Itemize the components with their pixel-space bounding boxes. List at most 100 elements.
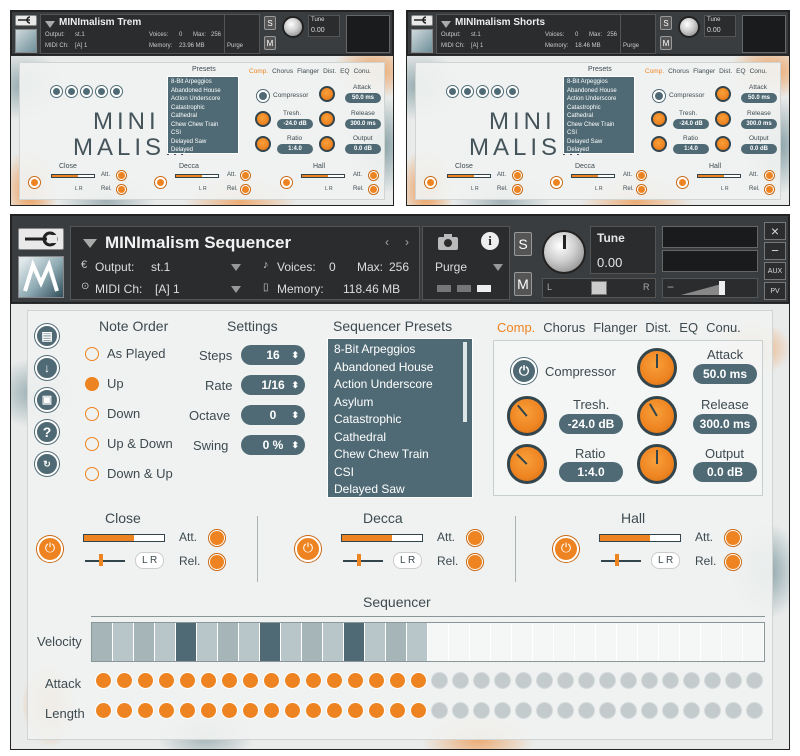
trem-hall-lr[interactable]: L R xyxy=(325,186,333,192)
trem-close-level[interactable] xyxy=(51,174,95,178)
velocity-step[interactable] xyxy=(428,623,449,661)
attack-value[interactable]: 50.0 ms xyxy=(693,364,757,384)
mic-att-knob[interactable] xyxy=(209,530,225,546)
trem-decca-rel-knob[interactable] xyxy=(241,185,250,194)
velocity-step[interactable] xyxy=(218,623,239,661)
velocity-step[interactable] xyxy=(596,623,617,661)
length-step-knob[interactable] xyxy=(515,702,532,719)
help-icon[interactable]: ? xyxy=(35,420,59,444)
pv-button[interactable]: PV xyxy=(764,282,786,300)
velocity-step[interactable] xyxy=(554,623,575,661)
velocity-step[interactable] xyxy=(512,623,533,661)
mute-button[interactable]: M xyxy=(514,272,532,296)
shorts-presets-list[interactable]: 8-Bit Arpeggios Abandoned House Action U… xyxy=(563,76,635,154)
dropdown-arrow-icon[interactable] xyxy=(45,21,55,28)
small-rr-icon[interactable] xyxy=(111,86,122,97)
preset-item[interactable]: Delayed Saw xyxy=(567,138,631,147)
attack-step-knob[interactable] xyxy=(662,672,679,689)
aux-button[interactable]: AUX xyxy=(764,262,786,280)
length-step-knob[interactable] xyxy=(578,702,595,719)
velocity-step[interactable] xyxy=(113,623,134,661)
ratio-value[interactable]: 1:4.0 xyxy=(559,462,623,482)
attack-step-knob[interactable] xyxy=(683,672,700,689)
sequencer-preset-item[interactable]: Chew Chew Train xyxy=(334,446,466,464)
shorts-thresh-value[interactable]: -24.0 dB xyxy=(673,119,709,129)
shorts-midi-value[interactable]: [A] 1 xyxy=(471,43,483,49)
preset-item[interactable]: CSI xyxy=(567,129,631,138)
trem-decca-att-knob[interactable] xyxy=(241,171,250,180)
length-step-knob[interactable] xyxy=(473,702,490,719)
velocity-step[interactable] xyxy=(323,623,344,661)
shorts-tune-knob[interactable] xyxy=(678,16,700,38)
trem-solo-button[interactable]: S xyxy=(264,16,276,30)
small-release-knob[interactable] xyxy=(715,111,731,127)
small-help-icon[interactable] xyxy=(96,86,107,97)
length-step-knob[interactable] xyxy=(242,702,259,719)
length-step-knob[interactable] xyxy=(536,702,553,719)
shorts-title[interactable]: MINImalism Shorts xyxy=(455,17,545,28)
radio-button[interactable] xyxy=(85,347,99,361)
trem-hall-power[interactable] xyxy=(281,177,292,188)
swing-stepper[interactable]: 0 % ⬍ xyxy=(241,435,305,455)
attack-step-knob[interactable] xyxy=(95,672,112,689)
small-ratio-knob[interactable] xyxy=(255,136,271,152)
attack-step-knob[interactable] xyxy=(326,672,343,689)
mic-level-bar[interactable] xyxy=(341,534,423,542)
velocity-step[interactable] xyxy=(155,623,176,661)
length-step-knob[interactable] xyxy=(368,702,385,719)
velocity-step[interactable] xyxy=(239,623,260,661)
length-step-knob[interactable] xyxy=(263,702,280,719)
small-save-icon[interactable] xyxy=(477,86,488,97)
tune-knob[interactable] xyxy=(542,230,586,274)
download-icon[interactable]: ↓ xyxy=(35,356,59,380)
shorts-output-knob-value[interactable]: 0.0 dB xyxy=(741,144,777,154)
info-icon[interactable]: i xyxy=(481,232,499,250)
next-instrument-icon[interactable]: › xyxy=(405,235,409,249)
tab-flanger[interactable]: Flanger xyxy=(297,68,319,75)
note-order-option[interactable]: Up xyxy=(85,374,215,394)
tab-chorus[interactable]: Chorus xyxy=(543,320,585,335)
tab-comp[interactable]: Comp. xyxy=(249,68,268,75)
attack-step-knob[interactable] xyxy=(704,672,721,689)
velocity-step[interactable] xyxy=(575,623,596,661)
small-ratio-knob[interactable] xyxy=(651,136,667,152)
length-step-knob[interactable] xyxy=(599,702,616,719)
tab-dist[interactable]: Dist. xyxy=(719,68,732,75)
mic-level-bar[interactable] xyxy=(599,534,681,542)
small-release-knob[interactable] xyxy=(319,111,335,127)
mic-lr-toggle[interactable]: L R xyxy=(651,552,681,569)
trem-mute-button[interactable]: M xyxy=(264,36,276,50)
trem-decca-power[interactable] xyxy=(155,177,166,188)
length-step-knob[interactable] xyxy=(410,702,427,719)
length-step-knob[interactable] xyxy=(431,702,448,719)
attack-step-knob[interactable] xyxy=(494,672,511,689)
purge-dropdown-icon[interactable] xyxy=(493,264,503,271)
mic-rel-knob[interactable] xyxy=(209,554,225,570)
trem-attack-value[interactable]: 50.0 ms xyxy=(345,93,381,103)
attack-step-knob[interactable] xyxy=(284,672,301,689)
shorts-hall-rel-knob[interactable] xyxy=(765,185,774,194)
sequencer-purge-dropdown[interactable]: Purge xyxy=(435,260,467,274)
steps-stepper[interactable]: 16 ⬍ xyxy=(241,345,305,365)
preset-item[interactable]: Action Underscore xyxy=(171,95,235,104)
trem-thresh-value[interactable]: -24.0 dB xyxy=(277,119,313,129)
length-step-knob[interactable] xyxy=(620,702,637,719)
attack-step-knob[interactable] xyxy=(452,672,469,689)
volume-slider[interactable]: − xyxy=(662,278,758,298)
ratio-knob[interactable] xyxy=(507,444,547,484)
preset-item[interactable]: Cathedral xyxy=(171,112,235,121)
shorts-hall-lr[interactable]: L R xyxy=(721,186,729,192)
mic-lr-toggle[interactable]: L R xyxy=(393,552,423,569)
trem-presets-list[interactable]: 8-Bit Arpeggios Abandoned House Action U… xyxy=(167,76,239,154)
small-compressor-power-icon[interactable] xyxy=(257,90,269,102)
sequencer-output-value[interactable]: st.1 xyxy=(151,260,170,274)
shorts-close-att-knob[interactable] xyxy=(513,171,522,180)
mic-lr-toggle[interactable]: L R xyxy=(135,552,165,569)
stepper-arrows-icon[interactable]: ⬍ xyxy=(291,375,299,395)
trem-decca-lr[interactable]: L R xyxy=(199,186,207,192)
velocity-step[interactable] xyxy=(491,623,512,661)
length-step-knob[interactable] xyxy=(389,702,406,719)
shorts-solo-button[interactable]: S xyxy=(660,16,672,30)
attack-step-knob[interactable] xyxy=(242,672,259,689)
trem-close-power[interactable] xyxy=(29,177,40,188)
